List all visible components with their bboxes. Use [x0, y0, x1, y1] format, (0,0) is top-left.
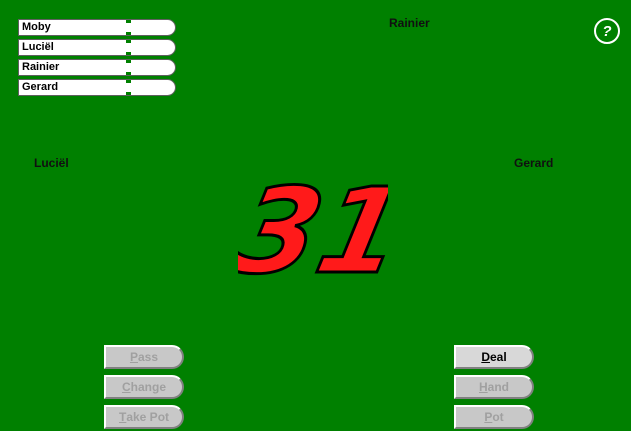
score-row-rainier: Rainier: [18, 59, 176, 76]
score-marker: [126, 80, 131, 83]
change-hotkey: C: [121, 380, 131, 394]
score-marker: [126, 32, 131, 35]
score-name: Moby: [22, 21, 51, 33]
pot-hotkey: P: [484, 410, 493, 424]
hand-button[interactable]: Hand: [454, 375, 534, 399]
change-label: hange: [130, 380, 166, 394]
score-marker: [126, 20, 131, 23]
take-pot-label: ake Pot: [126, 410, 170, 424]
deal-hotkey: D: [481, 350, 490, 364]
score-name: Luciël: [22, 41, 54, 53]
pass-label: ass: [137, 350, 159, 364]
deal-label: eal: [489, 350, 507, 364]
take-pot-button[interactable]: Take Pot: [104, 405, 184, 429]
game-logo-31: 31: [238, 162, 388, 280]
score-marker: [126, 72, 131, 75]
score-marker: [126, 60, 131, 63]
pot-button[interactable]: Pot: [454, 405, 534, 429]
score-marker: [126, 92, 131, 95]
player-right-name: Gerard: [514, 156, 554, 170]
score-marker: [126, 40, 131, 43]
score-row-gerard: Gerard: [18, 79, 176, 96]
score-row-moby: Moby: [18, 19, 176, 36]
score-name: Rainier: [22, 61, 60, 73]
player-left-name: Luciël: [34, 156, 69, 170]
hand-label: and: [487, 380, 509, 394]
scoreboard: Moby Luciël Rainier Gerard: [18, 19, 176, 99]
score-marker: [126, 52, 131, 55]
help-icon[interactable]: ?: [594, 18, 620, 44]
pass-hotkey: P: [129, 350, 138, 364]
score-row-luciel: Luciël: [18, 39, 176, 56]
score-name: Gerard: [22, 81, 59, 93]
logo-text: 31: [238, 163, 388, 280]
pass-button[interactable]: Pass: [104, 345, 184, 369]
change-button[interactable]: Change: [104, 375, 184, 399]
player-top-name: Rainier: [389, 16, 430, 30]
deal-button[interactable]: Deal: [454, 345, 534, 369]
pot-label: ot: [492, 410, 504, 424]
hand-hotkey: H: [478, 380, 488, 394]
take-pot-hotkey: T: [118, 410, 127, 424]
